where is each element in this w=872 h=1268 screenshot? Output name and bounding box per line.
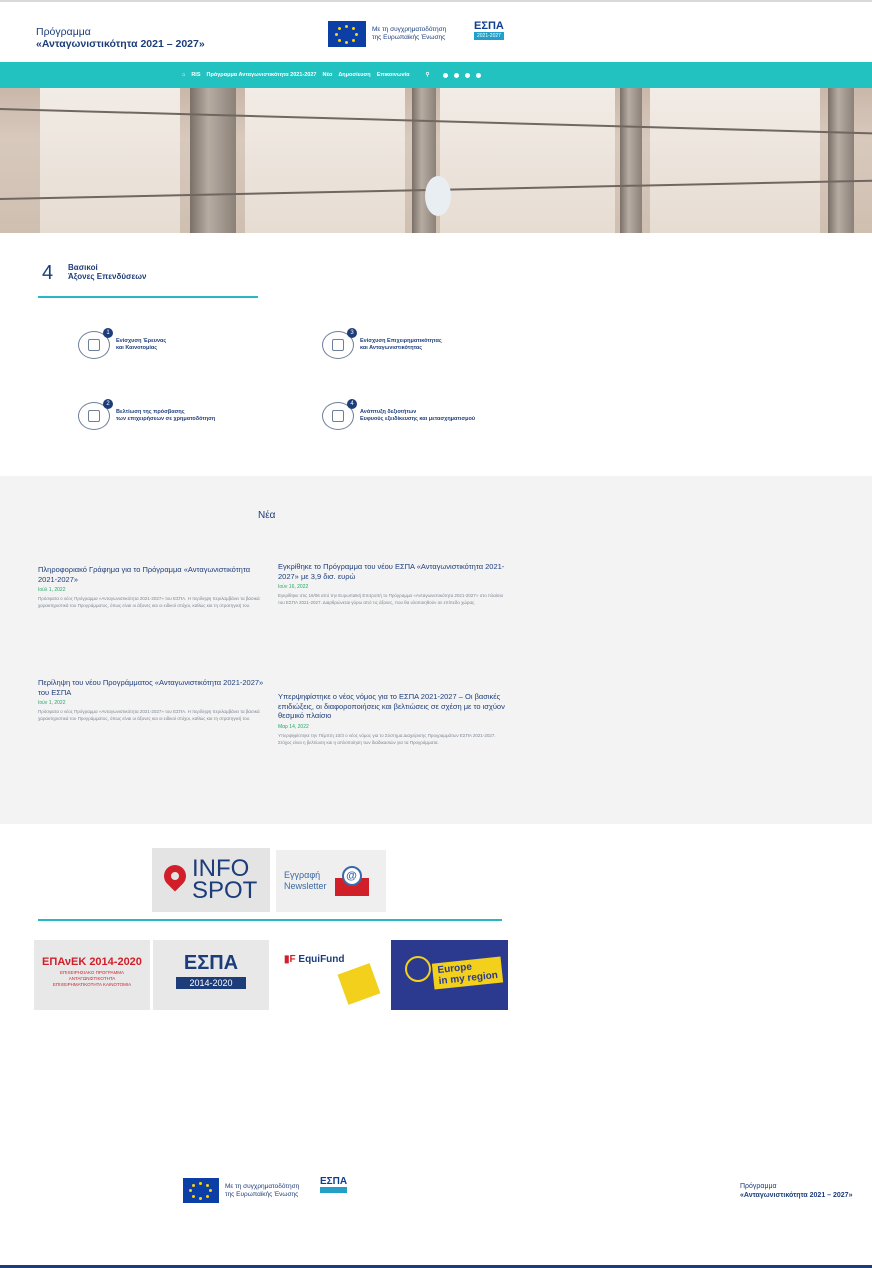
news-item-date: Ιούν 16, 2022 [278, 584, 309, 590]
news-item-body: Πρόσφατα ο νέος Πρόγραμμα «Ανταγωνιστικό… [38, 596, 260, 608]
search-icon[interactable]: ⚲ [425, 72, 429, 78]
axis-item-label: Ενίσχυση Έρευνας [116, 338, 167, 344]
footer-eu-logo: Με τη συγχρηματοδότηση της Ευρωπαϊκής Έν… [183, 1178, 299, 1203]
footer-espa-logo: ΕΣΠΑ [320, 1176, 348, 1193]
news-item-body: Υπερψηφίστηκε την Πέμπτη 10/3 ο νέος νόμ… [278, 732, 496, 745]
nav-item-publication[interactable]: Δημοσίευση [338, 72, 370, 78]
program-title-line1: Πρόγραμμα [36, 26, 91, 38]
news-item-date: Ιούν 1, 2022 [38, 700, 66, 706]
program-title[interactable]: Πρόγραμμα «Ανταγωνιστικότητα 2021 – 2027… [36, 26, 205, 50]
location-pin-icon [405, 956, 431, 982]
espa-logo-years: 2021-2027 [474, 32, 504, 40]
axis-item-label: Ευφυούς εξειδίκευσης και μετασχηματισμού [360, 416, 476, 422]
news-item-date: Μαρ 14, 2022 [278, 723, 309, 730]
axes-title: Βασικοί Άξονες Επενδύσεων [68, 263, 146, 281]
social-icon-2[interactable] [454, 72, 460, 78]
axes-title-line2: Άξονες Επενδύσεων [68, 272, 147, 281]
nav-items: ⌂ RIS Πρόγραμμα Ανταγωνιστικότητα 2021-2… [182, 62, 482, 88]
newsletter-banner[interactable]: Εγγραφή Newsletter @ [276, 850, 386, 912]
research-icon: 1 [78, 328, 113, 359]
footer-eu-line2: της Ευρωπαϊκής Ένωσης [225, 1190, 299, 1198]
equifund-logo[interactable]: ▮F EquiFund [272, 940, 388, 1010]
news-item-title[interactable]: Περίληψη του νέου Προγράμματος «Ανταγωνι… [38, 678, 270, 697]
espa-logo: ΕΣΠΑ 2021-2027 [474, 20, 504, 40]
infospot-line2: SPOT [192, 877, 258, 904]
social-icon-1[interactable] [443, 72, 449, 78]
axis-item-label: και Ανταγωνιστικότητας [360, 345, 423, 351]
program-title-line2: «Ανταγωνιστικότητα 2021 – 2027» [36, 38, 205, 50]
axes-title-line1: Βασικοί [68, 263, 98, 272]
partners-divider [38, 919, 502, 921]
news-section [0, 476, 872, 824]
footer-program-title: Πρόγραμμα «Ανταγωνιστικότητα 2021 – 2027… [740, 1182, 852, 1200]
eu-flag-icon [328, 21, 366, 47]
axis-item-2[interactable]: 2 Βελτίωση της πρόσβασης των επιχειρήσεων… [78, 399, 236, 430]
eu-text-line2: της Ευρωπαϊκής Ένωσης [372, 34, 446, 41]
finance-icon: 2 [78, 399, 113, 430]
footer-espa-text: ΕΣΠΑ [320, 1176, 348, 1187]
axis-item-label: και Καινοτομίας [116, 345, 158, 351]
envelope-icon: @ [334, 866, 369, 896]
europe-in-my-region-logo[interactable]: Europe in my region [391, 940, 508, 1010]
equifund-tag-icon [337, 963, 381, 1005]
nav-item-news[interactable]: Νέα [322, 72, 332, 78]
footer-program-line2: «Ανταγωνιστικότητα 2021 – 2027» [740, 1192, 853, 1199]
skills-icon: 4 [322, 399, 357, 430]
equifund-icon: ▮F [284, 954, 296, 965]
news-item-title[interactable]: Εγκρίθηκε το Πρόγραμμα του νέου ΕΣΠΑ «Αν… [278, 562, 510, 581]
news-item-title[interactable]: Πληροφοριακό Γράφημα για το Πρόγραμμα «Α… [38, 565, 270, 584]
nav-item-program[interactable]: Πρόγραμμα Ανταγωνιστικότητα 2021-2027 [207, 72, 317, 78]
axis-item-label: Ανάπτυξη δεξιοτήτων [360, 409, 417, 415]
newsletter-line1: Εγγραφή [284, 870, 321, 880]
news-item-title[interactable]: Υπερψηφίστηκε ο νέος νόμος για το ΕΣΠΑ 2… [278, 692, 510, 721]
news-item-body: Πρόσφατα ο νέος Πρόγραμμα «Ανταγωνιστικό… [38, 709, 260, 721]
eu-cofunding-logo: Με τη συγχρηματοδότηση της Ευρωπαϊκής Έν… [328, 21, 446, 47]
axis-item-label: των επιχειρήσεων σε χρηματοδότηση [116, 416, 216, 422]
eu-text-line1: Με τη συγχρηματοδότηση [372, 26, 447, 33]
epanek-subtitle: ΕΠΙΧΕΙΡΗΣΙΑΚΟ ΠΡΟΓΡΑΜΜΑ ΑΝΤΑΓΩΝΙΣΤΙΚΟΤΗΤ… [52, 970, 132, 987]
social-icon-4[interactable] [476, 72, 482, 78]
axis-item-label: Ενίσχυση Επιχειρηματικότητας [360, 338, 442, 344]
news-item-date: Ιούλ 1, 2022 [38, 587, 66, 593]
axes-count: 4 [42, 262, 54, 284]
nav-item-ris[interactable]: RIS [191, 72, 200, 78]
footer-eu-line1: Με τη συγχρηματοδότηση [225, 1182, 300, 1190]
news-item: Εγκρίθηκε το Πρόγραμμα του νέου ΕΣΠΑ «Αν… [278, 562, 510, 606]
news-item: Πληροφοριακό Γράφημα για το Πρόγραμμα «Α… [38, 565, 270, 609]
location-pin-icon [159, 860, 191, 895]
news-item: Υπερψηφίστηκε ο νέος νόμος για το ΕΣΠΑ 2… [278, 692, 510, 746]
news-item-body: Εγκρίθηκε στις 16/06 από την Ευρωπαϊκή Ε… [278, 593, 504, 605]
footer-program-line1: Πρόγραμμα [740, 1183, 777, 1190]
news-item: Περίληψη του νέου Προγράμματος «Ανταγωνι… [38, 678, 270, 722]
eu-flag-icon [183, 1178, 219, 1203]
equifund-name: EquiFund [298, 954, 345, 965]
business-icon: 3 [322, 328, 357, 359]
axis-item-3[interactable]: 3 Ενίσχυση Επιχειρηματικότητας και Ανταγω… [322, 328, 480, 359]
top-divider [0, 0, 872, 2]
axis-item-1[interactable]: 1 Ενίσχυση Έρευνας και Καινοτομίας [78, 328, 236, 359]
espa-2014-logo[interactable]: ΕΣΠΑ 2014-2020 [153, 940, 269, 1010]
nav-item-contact[interactable]: Επικοινωνία [377, 72, 410, 78]
espa-2014-years: 2014-2020 [176, 977, 246, 989]
infospot-banner[interactable]: INFO SPOT [152, 848, 270, 912]
axes-divider [38, 296, 258, 298]
news-heading: Νέα [258, 510, 276, 521]
hero-image [0, 88, 872, 233]
axis-item-label: Βελτίωση της πρόσβασης [116, 409, 185, 415]
social-icon-3[interactable] [465, 72, 471, 78]
epanek-title: ΕΠΑνΕΚ 2014-2020 [42, 956, 142, 968]
home-icon[interactable]: ⌂ [182, 72, 185, 78]
epanek-logo[interactable]: ΕΠΑνΕΚ 2014-2020 ΕΠΙΧΕΙΡΗΣΙΑΚΟ ΠΡΟΓΡΑΜΜΑ… [34, 940, 150, 1010]
axis-item-4[interactable]: 4 Ανάπτυξη δεξιοτήτων Ευφυούς εξειδίκευση… [322, 399, 500, 430]
espa-logo-text: ΕΣΠΑ [474, 20, 504, 32]
espa-2014-title: ΕΣΠΑ [183, 952, 239, 974]
newsletter-line2: Newsletter [284, 881, 327, 891]
